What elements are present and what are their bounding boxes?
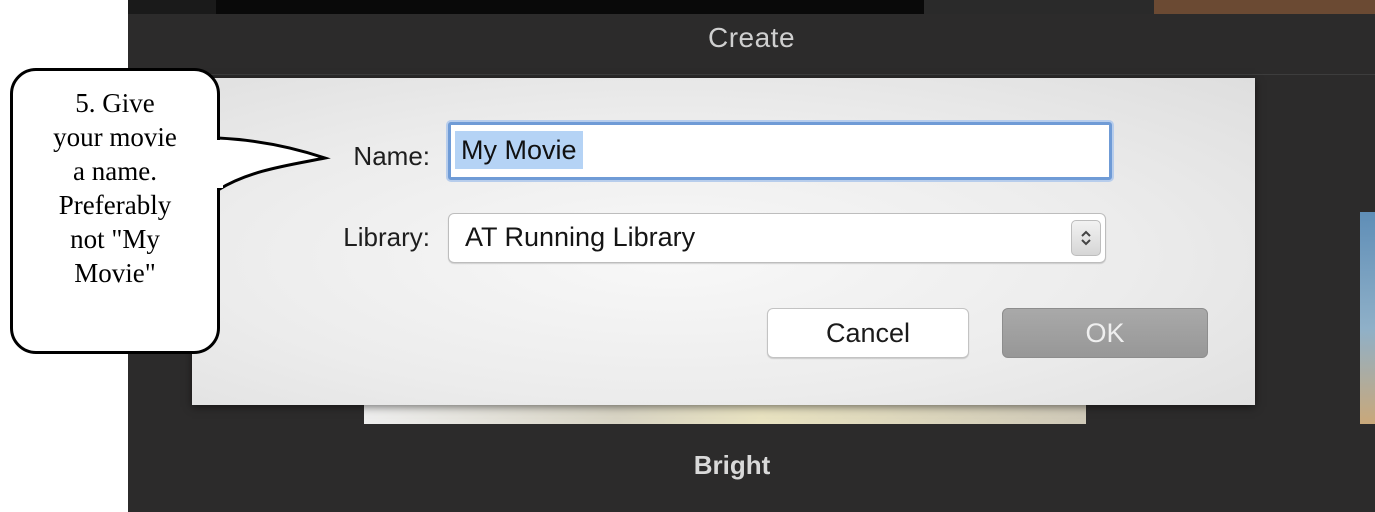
ok-button[interactable]: OK <box>1002 308 1208 358</box>
theme-label: Bright <box>693 450 771 480</box>
library-label: Library: <box>343 222 430 252</box>
create-dialog: Name: My Movie Library: AT Running Libra… <box>192 78 1255 405</box>
callout-line: Movie" <box>74 258 156 288</box>
up-down-chevron-icon[interactable] <box>1071 220 1101 256</box>
library-select[interactable]: AT Running Library <box>448 213 1106 263</box>
callout-line: your movie <box>53 122 177 152</box>
callout-text: 5. Give your movie a name. Preferably no… <box>13 86 217 290</box>
callout-line: Preferably <box>58 190 172 220</box>
theme-thumbnail-right[interactable] <box>1360 212 1375 424</box>
callout-line: 5. Give <box>75 88 155 118</box>
callout-line: a name. <box>73 156 157 186</box>
top-strip-mid <box>924 0 1154 14</box>
name-input[interactable]: My Movie <box>448 122 1112 180</box>
top-strip-thumbnail <box>1154 0 1375 14</box>
callout-line: not "My <box>70 224 160 254</box>
name-input-value: My Movie <box>455 131 583 169</box>
cancel-button[interactable]: Cancel <box>767 308 969 358</box>
library-select-value: AT Running Library <box>465 222 696 252</box>
